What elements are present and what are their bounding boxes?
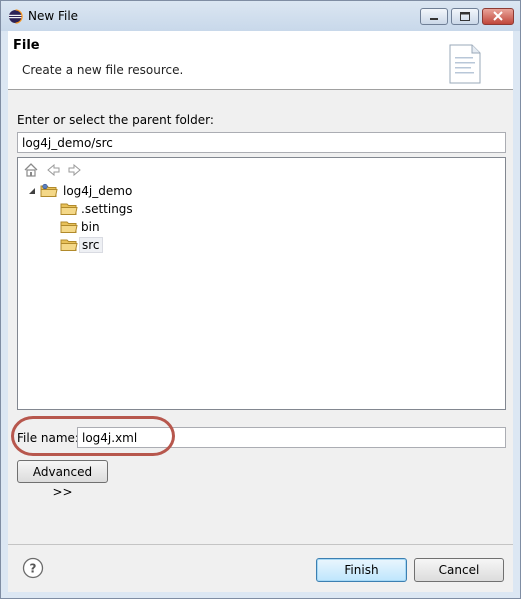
maximize-button[interactable]	[451, 8, 479, 25]
minimize-button[interactable]	[420, 8, 448, 25]
tree-item-label: log4j_demo	[63, 184, 133, 198]
back-arrow-icon[interactable]	[45, 162, 61, 178]
folder-icon	[60, 221, 78, 233]
tree-item-label: .settings	[81, 202, 133, 216]
svg-text:?: ?	[30, 562, 37, 576]
wizard-header: File Create a new file resource.	[8, 31, 513, 90]
minimize-icon	[430, 18, 438, 20]
title-bar[interactable]: New File	[1, 1, 520, 31]
tree-item-label: src	[79, 237, 103, 253]
expand-triangle-icon[interactable]	[28, 187, 36, 195]
wizard-description: Create a new file resource.	[22, 63, 184, 77]
eclipse-app-icon	[8, 9, 23, 24]
folder-icon	[60, 203, 78, 215]
cancel-button[interactable]: Cancel	[414, 558, 504, 582]
new-file-dialog: New File File Create a new file resource…	[0, 0, 521, 599]
maximize-icon	[460, 12, 470, 21]
button-bar-divider	[8, 544, 513, 545]
close-button[interactable]	[482, 8, 514, 25]
file-name-input[interactable]: log4j.xml	[77, 427, 506, 448]
advanced-button[interactable]: Advanced >>	[17, 460, 108, 499]
close-icon	[493, 11, 503, 21]
folder-tree[interactable]: log4j_demo .settings bin src	[17, 157, 506, 410]
wizard-title: File	[13, 38, 40, 53]
project-folder-icon	[40, 183, 58, 197]
parent-folder-input[interactable]: log4j_demo/src	[17, 132, 506, 153]
new-file-wizard-icon	[449, 44, 481, 84]
tree-item-label: bin	[81, 220, 100, 234]
parent-folder-label: Enter or select the parent folder:	[17, 113, 214, 127]
home-icon[interactable]	[23, 162, 39, 178]
tree-item-log4j-demo[interactable]: log4j_demo	[26, 182, 226, 200]
help-icon[interactable]: ?	[22, 557, 44, 579]
finish-button[interactable]: Finish	[316, 558, 407, 582]
window-title: New File	[28, 9, 79, 23]
forward-arrow-icon[interactable]	[67, 162, 83, 178]
dialog-content: File Create a new file resource. Enter o…	[8, 31, 513, 592]
tree-item-bin[interactable]: bin	[60, 218, 180, 236]
tree-item-settings[interactable]: .settings	[60, 200, 180, 218]
folder-icon	[60, 239, 78, 251]
tree-item-src[interactable]: src	[60, 236, 180, 254]
file-name-label: File name:	[17, 431, 79, 445]
